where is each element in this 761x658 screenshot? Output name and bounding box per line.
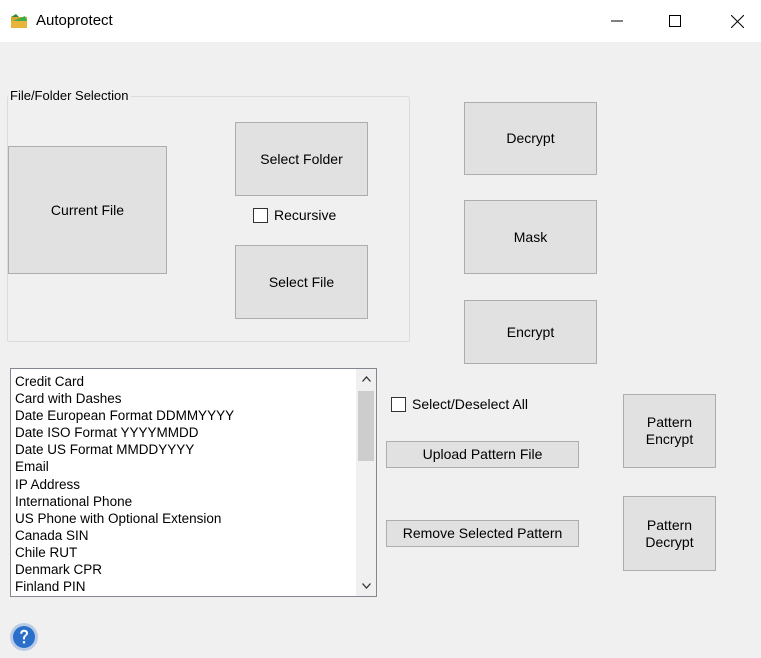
list-item[interactable]: US Phone with Optional Extension [15,510,355,527]
select-all-label: Select/Deselect All [412,396,528,412]
select-file-button[interactable]: Select File [235,245,368,319]
folder-app-icon [11,14,27,28]
encrypt-button[interactable]: Encrypt [464,300,597,364]
list-item[interactable]: Date ISO Format YYYYMMDD [15,424,355,441]
scroll-thumb[interactable] [358,391,374,461]
chevron-up-icon [361,376,371,382]
select-deselect-all-checkbox[interactable]: Select/Deselect All [391,396,528,412]
select-folder-button[interactable]: Select Folder [235,122,368,196]
file-folder-selection-label: File/Folder Selection [8,88,131,103]
scroll-down-button[interactable] [356,576,376,596]
close-icon [730,14,744,28]
mask-button[interactable]: Mask [464,200,597,274]
maximize-button[interactable] [652,0,698,42]
title-bar: Autoprotect [0,0,761,42]
current-file-button[interactable]: Current File [8,146,167,274]
list-item[interactable]: Finland PIN [15,578,355,595]
list-item[interactable]: Denmark CPR [15,561,355,578]
list-item[interactable]: IP Address [15,476,355,493]
recursive-checkbox[interactable]: Recursive [253,207,336,223]
maximize-icon [669,15,681,27]
window-title: Autoprotect [36,12,113,29]
chevron-down-icon [361,583,371,589]
minimize-icon [611,20,623,22]
list-item[interactable]: Card with Dashes [15,390,355,407]
minimize-button[interactable] [594,0,640,42]
pattern-encrypt-button[interactable]: Pattern Encrypt [623,394,716,468]
upload-pattern-file-button[interactable]: Upload Pattern File [386,441,579,468]
list-item[interactable]: Date European Format DDMMYYYY [15,407,355,424]
pattern-decrypt-button[interactable]: Pattern Decrypt [623,496,716,571]
help-icon[interactable] [9,622,39,652]
close-button[interactable] [714,0,760,42]
select-all-checkbox-box[interactable] [391,396,406,412]
remove-selected-pattern-button[interactable]: Remove Selected Pattern [386,520,579,547]
list-item[interactable]: Email [15,458,355,475]
recursive-label: Recursive [274,207,337,223]
pattern-list-scrollbar[interactable] [356,369,376,596]
list-item[interactable]: International Phone [15,493,355,510]
list-item[interactable]: Date US Format MMDDYYYY [15,441,355,458]
pattern-list[interactable]: Credit Card Card with Dashes Date European… [10,368,377,597]
pattern-list-items: Credit Card Card with Dashes Date European… [15,373,355,595]
scroll-up-button[interactable] [356,369,376,389]
list-item[interactable]: Chile RUT [15,544,355,561]
list-item[interactable]: Canada SIN [15,527,355,544]
list-item[interactable]: Credit Card [15,373,355,390]
recursive-checkbox-box[interactable] [253,207,268,223]
decrypt-button[interactable]: Decrypt [464,102,597,175]
